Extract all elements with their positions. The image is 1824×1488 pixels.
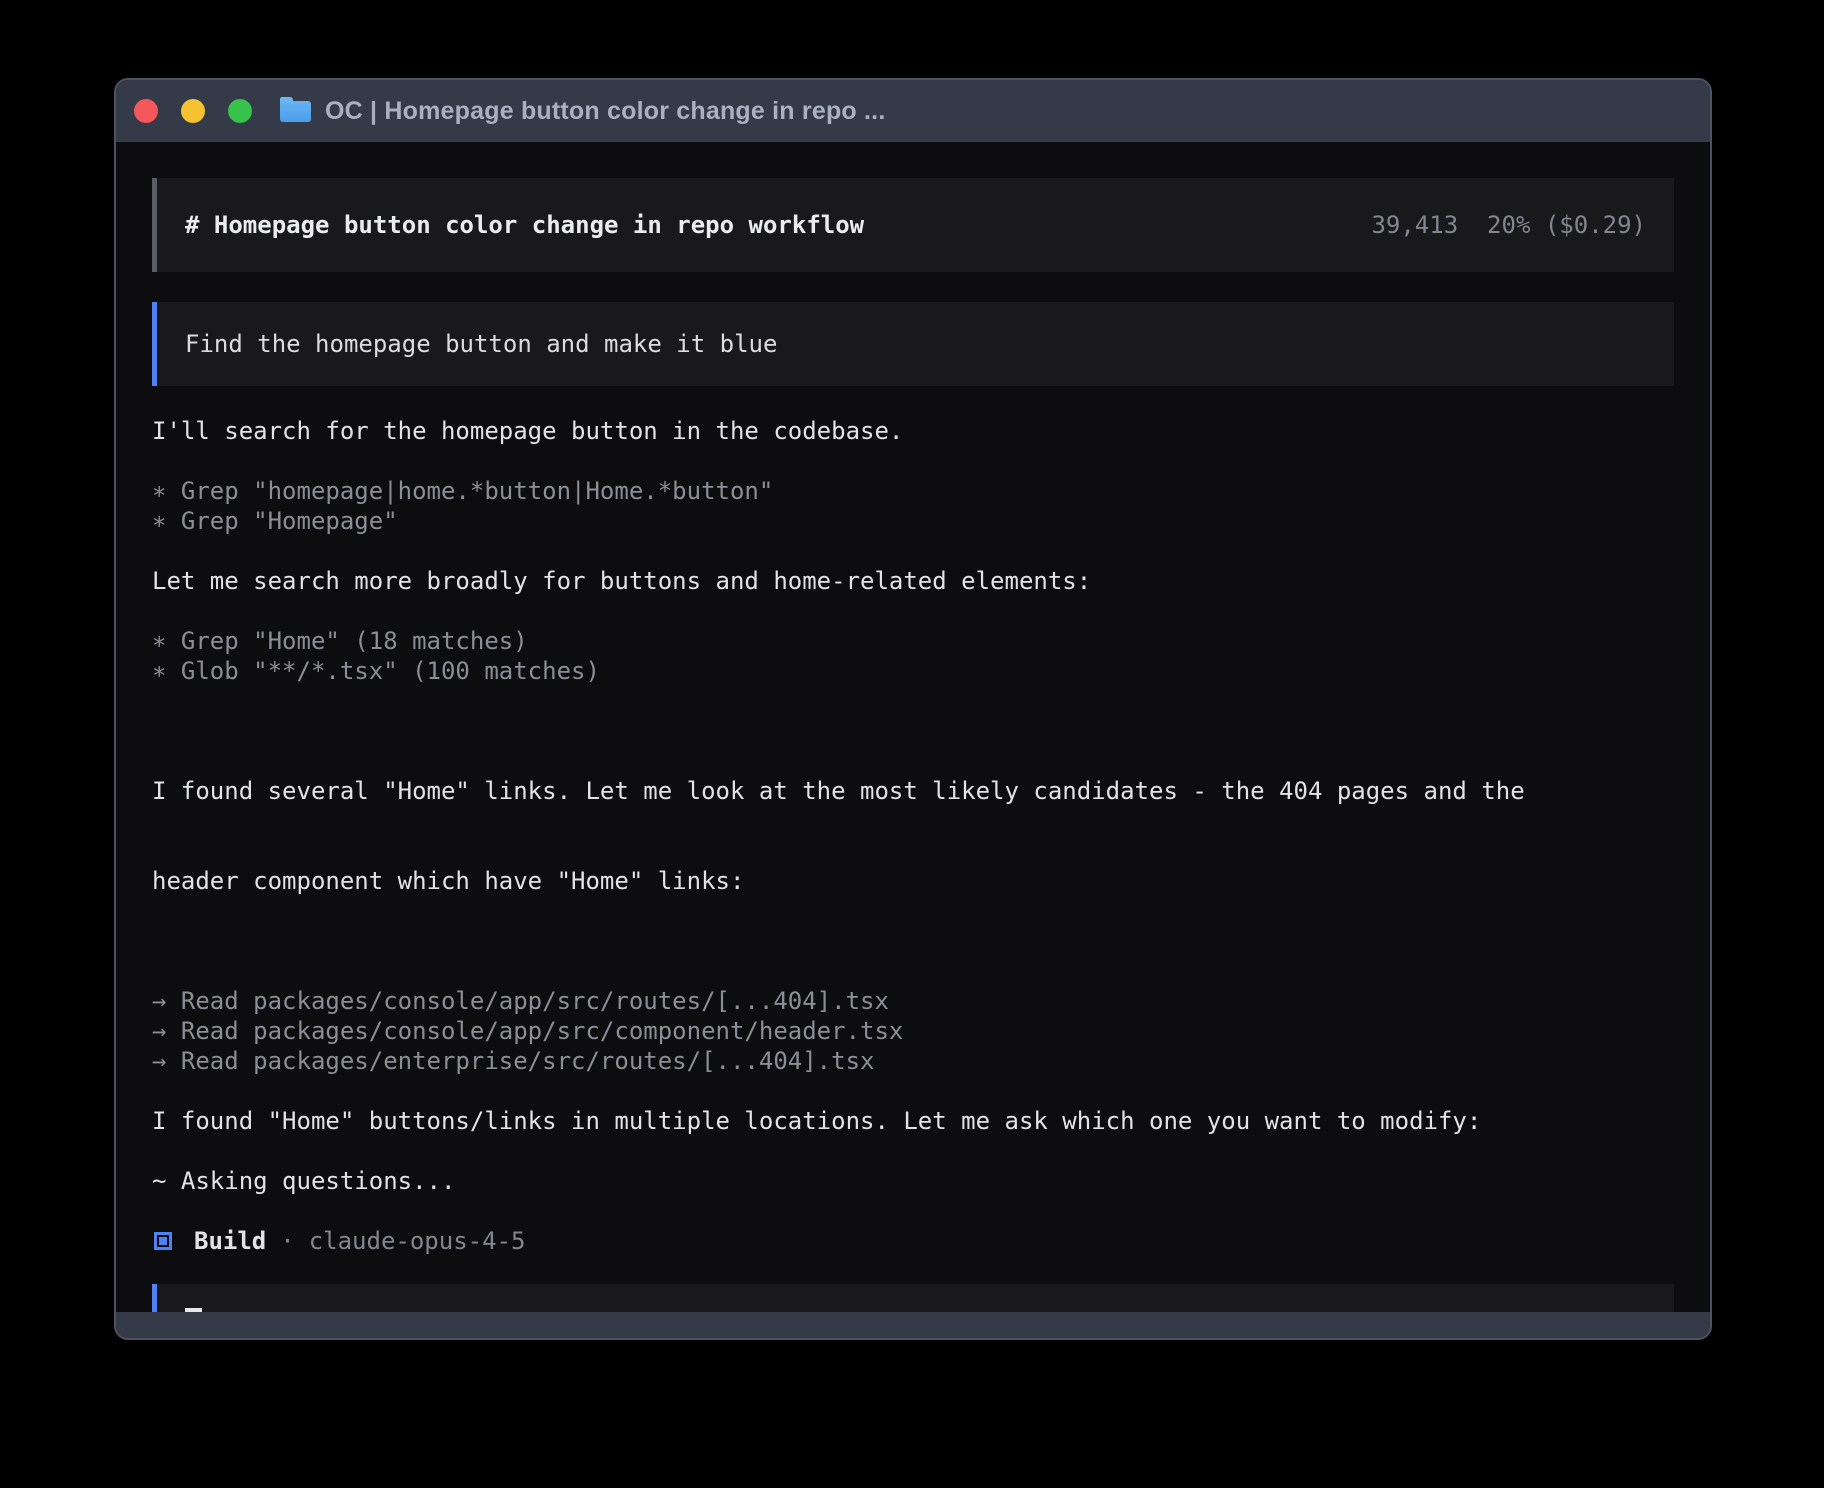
agent-task-icon [154,1232,172,1250]
session-title: # Homepage button color change in repo w… [185,210,864,240]
assistant-text-line: header component which have "Home" links… [152,866,1674,896]
window-bottom-chrome [116,1312,1710,1338]
folder-icon [280,101,311,122]
window-titlebar[interactable]: OC | Homepage button color change in rep… [116,80,1710,142]
tool-call-line: → Read packages/console/app/src/componen… [152,1016,1674,1046]
tool-call-line: → Read packages/console/app/src/routes/[… [152,986,1674,1016]
assistant-text: I found several "Home" links. Let me loo… [152,716,1674,956]
session-token-stats: 39,413 20% ($0.29) [1371,210,1646,240]
assistant-text: Let me search more broadly for buttons a… [152,566,1674,596]
assistant-text: I found "Home" buttons/links in multiple… [152,1106,1674,1136]
tool-call-line: ∗ Grep "Home" (18 matches) [152,626,1674,656]
agent-name: Build [194,1226,266,1256]
prompt-input[interactable]: Build Claude Opus 4.5 OpenCode Zen [152,1284,1674,1312]
assistant-text-line: I found several "Home" links. Let me loo… [152,776,1674,806]
close-button[interactable] [134,99,158,123]
terminal-window: OC | Homepage button color change in rep… [114,78,1712,1340]
tool-call-group: ∗ Grep "Home" (18 matches) ∗ Glob "**/*.… [152,626,1674,686]
session-header: # Homepage button color change in repo w… [152,178,1674,272]
user-message-text: Find the homepage button and make it blu… [185,330,777,358]
assistant-status-text: ~ Asking questions... [152,1166,1674,1196]
tool-call-line: ∗ Grep "Homepage" [152,506,1674,536]
terminal-content: # Homepage button color change in repo w… [116,142,1710,1312]
window-title: OC | Homepage button color change in rep… [325,97,885,126]
tool-call-group: → Read packages/console/app/src/routes/[… [152,986,1674,1076]
agent-model: claude-opus-4-5 [309,1226,526,1256]
agent-separator: · [280,1226,294,1256]
zoom-button[interactable] [228,99,252,123]
minimize-button[interactable] [181,99,205,123]
tool-call-line: ∗ Grep "homepage|home.*button|Home.*butt… [152,476,1674,506]
assistant-text: I'll search for the homepage button in t… [152,416,1674,446]
tool-call-line: ∗ Glob "**/*.tsx" (100 matches) [152,656,1674,686]
window-controls [134,99,252,123]
tool-call-group: ∗ Grep "homepage|home.*button|Home.*butt… [152,476,1674,536]
agent-task-row: Build · claude-opus-4-5 [152,1226,1674,1256]
tool-call-line: → Read packages/enterprise/src/routes/[.… [152,1046,1674,1076]
user-message: Find the homepage button and make it blu… [152,302,1674,386]
